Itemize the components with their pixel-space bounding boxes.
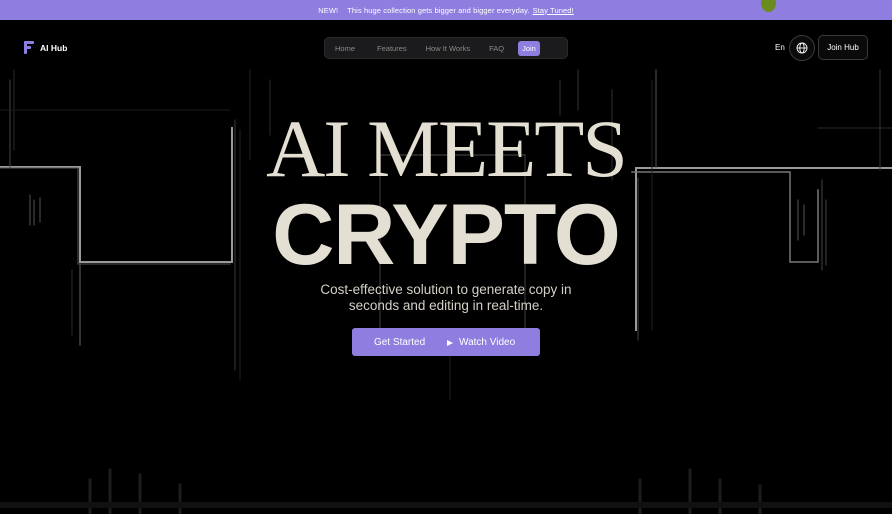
announcement-bar: NEW! This huge collection gets bigger an… (0, 0, 892, 20)
nav-join-button[interactable]: Join (518, 40, 540, 56)
join-hub-button[interactable]: Join Hub (818, 35, 868, 60)
site-header: AI Hub Home Features How It Works FAQ Jo… (0, 20, 892, 76)
logo-text: AI Hub (40, 42, 68, 53)
nav-item-faq[interactable]: FAQ (489, 44, 504, 53)
language-globe-button[interactable] (789, 35, 815, 61)
hero-subtitle: Cost-effective solution to generate copy… (0, 282, 892, 313)
logo[interactable]: AI Hub (24, 41, 67, 54)
logo-icon (24, 41, 34, 54)
nav-item-features[interactable]: Features (377, 44, 407, 53)
stay-tuned-link[interactable]: Stay Tuned! (533, 6, 574, 15)
nav-item-home[interactable]: Home (335, 44, 355, 53)
get-started-button[interactable]: Get Started (374, 337, 425, 348)
status-dot (761, 0, 776, 12)
hero-subtitle-line1: Cost-effective solution to generate copy… (320, 282, 572, 297)
hero-title-line1: AI MEETS (266, 103, 628, 194)
announcement-message: This huge collection gets bigger and big… (347, 5, 530, 15)
globe-icon (796, 42, 808, 54)
announcement-badge: NEW! (318, 5, 339, 15)
watch-video-button[interactable]: Watch Video (447, 337, 515, 348)
main-nav: Home Features How It Works FAQ Join (324, 37, 568, 59)
nav-item-how-it-works[interactable]: How It Works (426, 44, 470, 53)
watch-video-label: Watch Video (459, 337, 516, 348)
hero-cta-group: Get Started Watch Video (352, 328, 540, 356)
hero-title-line2: CRYPTO (272, 187, 621, 283)
language-label[interactable]: En (775, 43, 785, 52)
hero-subtitle-line2: seconds and editing in real-time. (348, 297, 544, 313)
play-icon (447, 339, 453, 346)
